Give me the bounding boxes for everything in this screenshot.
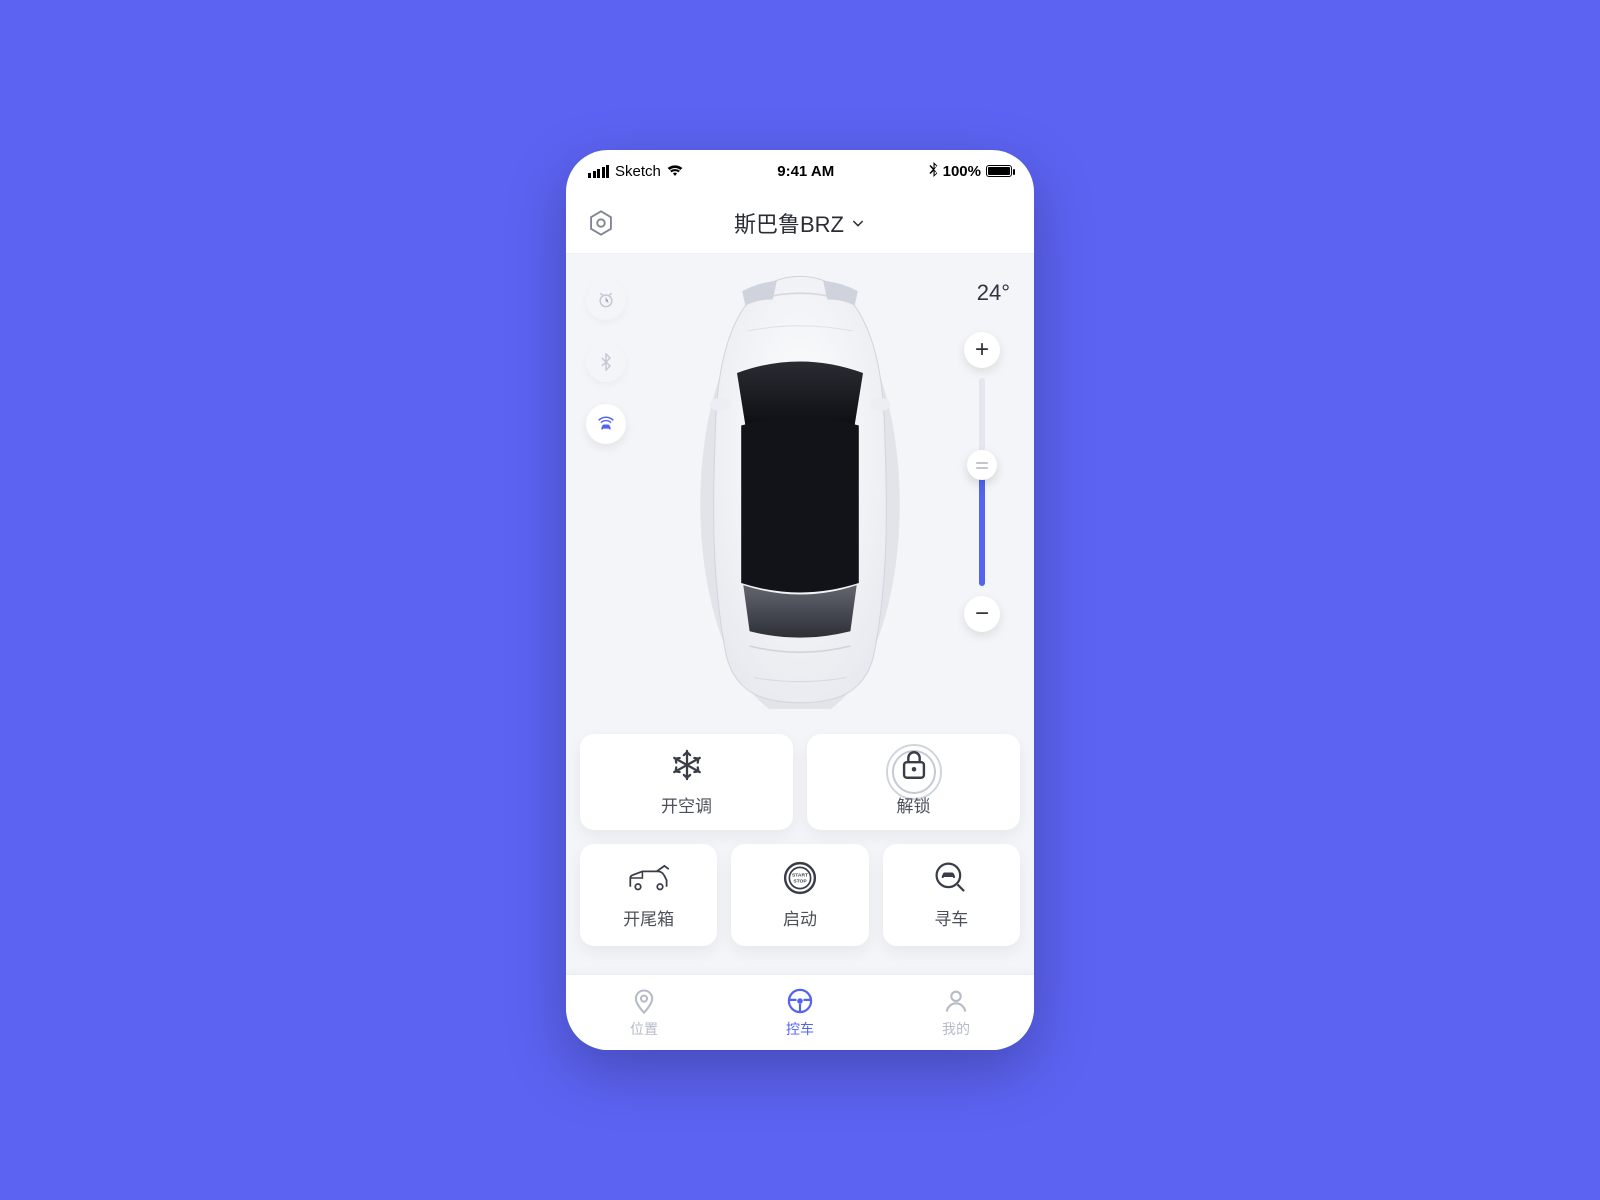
nav-control-label: 控车 <box>786 1019 814 1039</box>
main-area: 24° + − <box>566 254 1034 974</box>
start-label: 启动 <box>783 905 817 930</box>
carrier-label: Sketch <box>615 163 661 180</box>
ac-button[interactable]: 开空调 <box>580 734 793 830</box>
unlock-label: 解锁 <box>897 792 931 817</box>
svg-text:START: START <box>792 872 808 878</box>
slider-track[interactable] <box>979 378 985 586</box>
snowflake-icon <box>670 748 704 782</box>
find-car-button[interactable]: 寻车 <box>883 844 1020 946</box>
wifi-icon <box>667 163 683 180</box>
person-icon <box>942 987 970 1015</box>
ac-label: 开空调 <box>661 792 712 817</box>
nav-location-label: 位置 <box>630 1019 658 1039</box>
bottom-nav: 位置 控车 我的 <box>566 974 1034 1050</box>
signal-bars-icon <box>588 165 609 178</box>
nav-location[interactable]: 位置 <box>566 987 722 1039</box>
bluetooth-icon <box>929 162 938 181</box>
temperature-display: 24° <box>977 280 1010 306</box>
steering-wheel-icon <box>786 987 814 1015</box>
car-signal-icon <box>595 413 617 435</box>
hexagon-gear-icon <box>587 209 615 237</box>
vehicle-selector[interactable]: 斯巴鲁BRZ <box>734 207 866 239</box>
side-icon-stack <box>586 280 626 444</box>
status-time: 9:41 AM <box>777 163 834 180</box>
clock-icon <box>596 290 616 310</box>
svg-text:STOP: STOP <box>793 878 807 884</box>
phone-frame: Sketch 9:41 AM 100% 斯巴鲁BRZ <box>566 150 1034 1050</box>
bluetooth-button[interactable] <box>586 342 626 382</box>
bluetooth-icon <box>597 353 615 371</box>
slider-handle[interactable] <box>967 450 997 480</box>
nav-control[interactable]: 控车 <box>722 987 878 1039</box>
app-header: 斯巴鲁BRZ <box>566 192 1034 254</box>
signal-button[interactable] <box>586 404 626 444</box>
start-button[interactable]: START STOP 启动 <box>731 844 868 946</box>
car-stage: 24° + − <box>580 268 1020 726</box>
chevron-down-icon <box>850 215 866 231</box>
battery-icon <box>986 165 1012 177</box>
status-right: 100% <box>929 162 1012 181</box>
trunk-icon <box>627 861 671 895</box>
unlock-button[interactable]: 解锁 <box>807 734 1020 830</box>
slider-plus-button[interactable]: + <box>964 332 1000 368</box>
trunk-label: 开尾箱 <box>623 905 674 930</box>
nav-profile-label: 我的 <box>942 1019 970 1039</box>
controls-grid: 开空调 解锁 <box>580 734 1020 974</box>
slider-minus-button[interactable]: − <box>964 596 1000 632</box>
car-top-view-icon <box>695 268 905 709</box>
nav-profile[interactable]: 我的 <box>878 987 1034 1039</box>
start-stop-icon: START STOP <box>783 861 817 895</box>
battery-text: 100% <box>943 163 981 180</box>
find-car-label: 寻车 <box>934 905 968 930</box>
trunk-button[interactable]: 开尾箱 <box>580 844 717 946</box>
temperature-slider: + − <box>964 332 1000 632</box>
status-bar: Sketch 9:41 AM 100% <box>566 150 1034 192</box>
find-car-icon <box>934 861 968 895</box>
settings-button[interactable] <box>584 206 618 240</box>
status-left: Sketch <box>588 163 683 180</box>
vehicle-title: 斯巴鲁BRZ <box>734 207 844 239</box>
lock-icon <box>897 748 931 782</box>
location-pin-icon <box>630 987 658 1015</box>
clock-button[interactable] <box>586 280 626 320</box>
slider-fill <box>979 465 985 586</box>
